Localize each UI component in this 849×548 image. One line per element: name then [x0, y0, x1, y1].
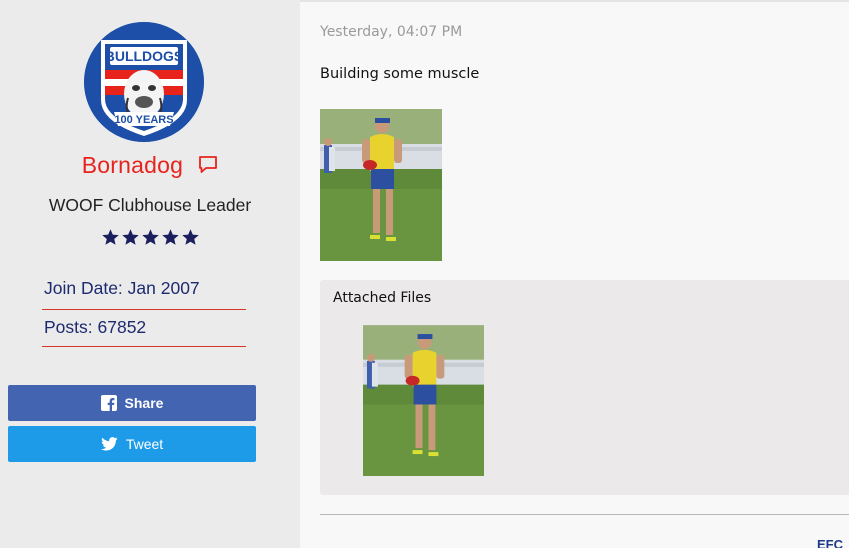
star-icon [141, 229, 159, 245]
share-button-label: Share [124, 395, 164, 411]
bulldogs-100-years-logo-icon: BULLDOGS 100 YEARS [84, 22, 204, 142]
attached-file-thumbnail[interactable] [363, 325, 484, 476]
twitter-icon [100, 437, 118, 451]
star-icon [161, 229, 179, 245]
attached-files-box: Attached Files [320, 280, 849, 495]
post-count: Posts: 67852 [42, 309, 246, 347]
username-row: Bornadog [0, 152, 300, 180]
join-date: Join Date: Jan 2007 [42, 272, 246, 310]
tweet-button-label: Tweet [125, 436, 164, 452]
post-text: Building some muscle [320, 66, 480, 82]
user-rank-stars [0, 228, 300, 247]
facebook-icon [100, 395, 117, 411]
avatar[interactable]: BULLDOGS 100 YEARS [84, 22, 204, 142]
star-icon [181, 229, 199, 245]
post-image[interactable] [320, 109, 442, 261]
avatar-text-top: BULLDOGS [105, 48, 184, 64]
user-sidebar: BULLDOGS 100 YEARS Bornadog WOOF Clubhou… [0, 0, 300, 548]
avatar-text-bottom: 100 YEARS [114, 114, 173, 126]
post-timestamp: Yesterday, 04:07 PM [320, 24, 463, 40]
facebook-share-button[interactable]: Share [8, 385, 256, 421]
star-icon [101, 229, 119, 245]
attached-files-title: Attached Files [333, 290, 432, 306]
star-icon [121, 229, 139, 245]
private-message-icon[interactable] [198, 155, 218, 178]
post-content: Yesterday, 04:07 PM Building some muscle [300, 0, 849, 548]
twitter-tweet-button[interactable]: Tweet [8, 426, 256, 462]
post-divider [320, 514, 849, 515]
username-link[interactable]: Bornadog [82, 152, 183, 178]
signature-text: EFC [817, 537, 843, 548]
user-title: WOOF Clubhouse Leader [48, 195, 252, 215]
